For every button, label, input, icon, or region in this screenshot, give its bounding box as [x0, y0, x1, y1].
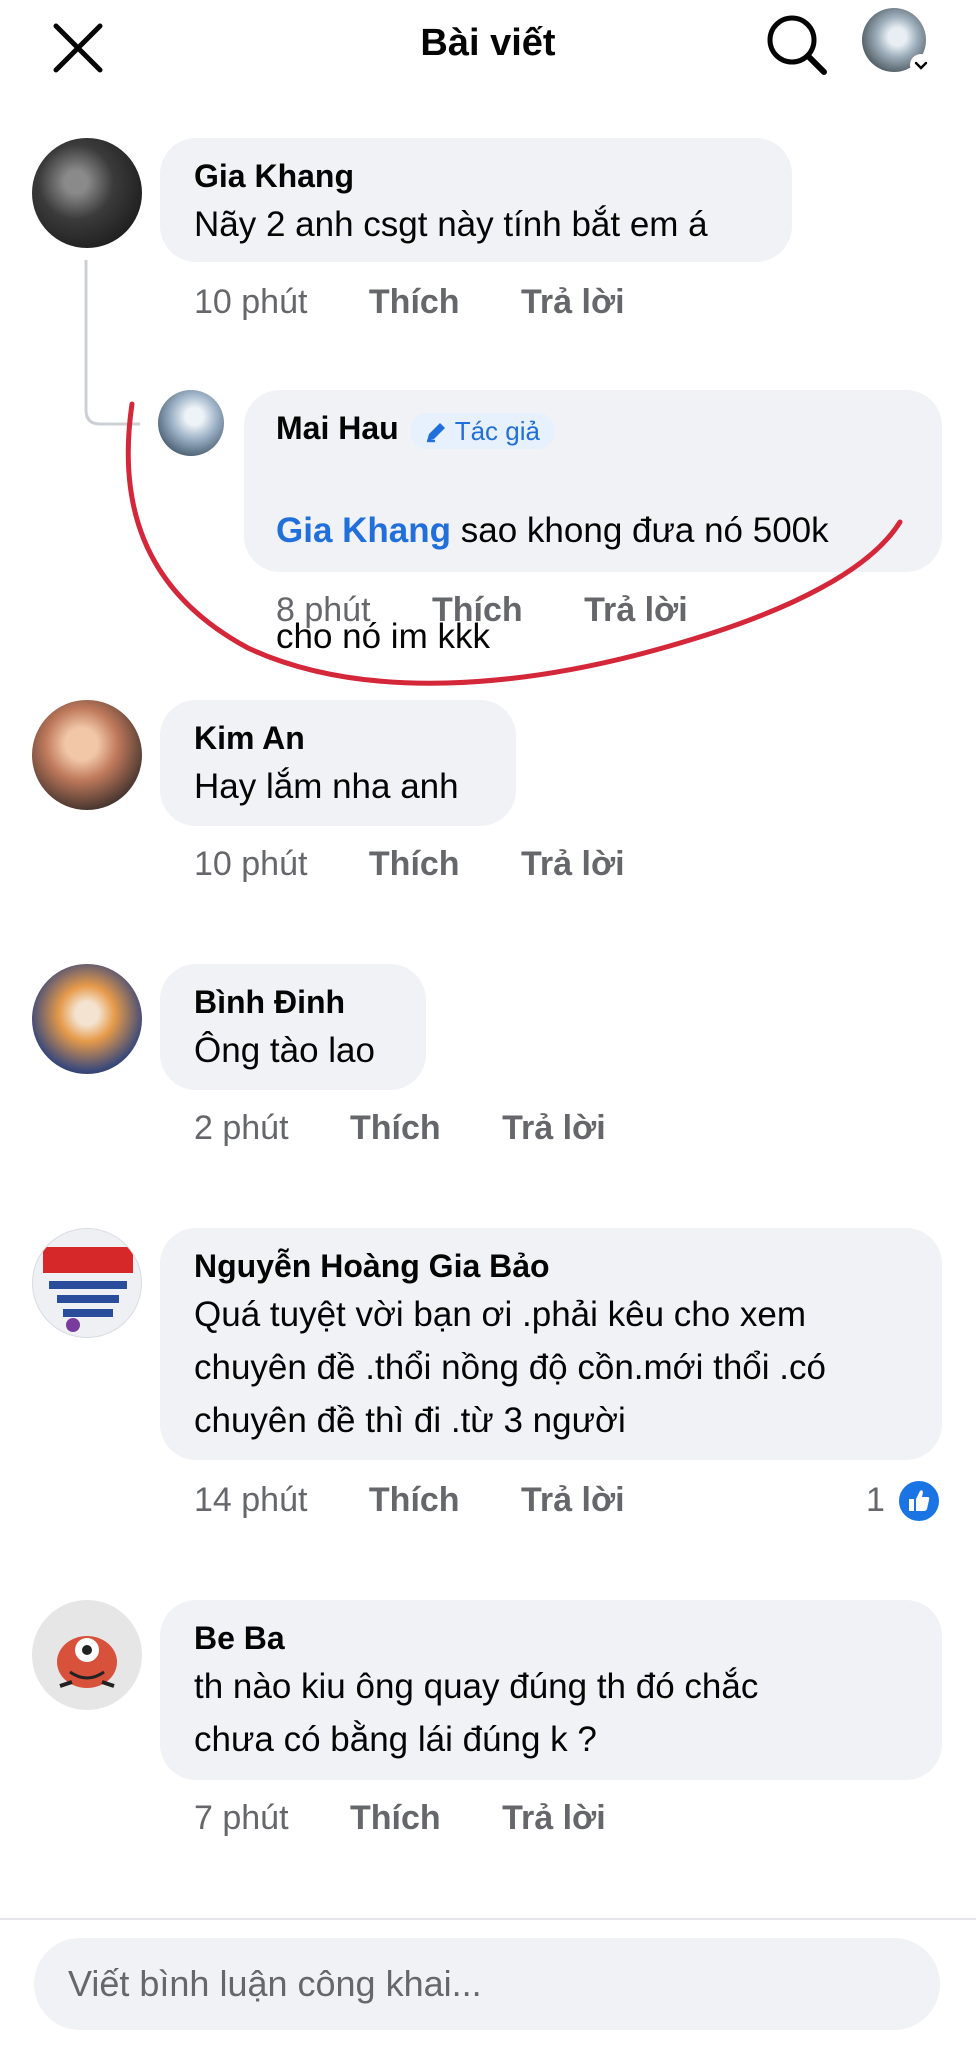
comment-time: 14 phút [194, 1481, 308, 1519]
reaction-count[interactable]: 1 [866, 1480, 885, 1520]
shop-sign-icon [43, 1247, 133, 1332]
comment-time: 2 phút [194, 1109, 289, 1147]
reply-button[interactable]: Trả lời [521, 1481, 625, 1519]
comment-meta: 7 phút Thích Trả lời [194, 1798, 606, 1838]
like-button[interactable]: Thích [369, 1481, 460, 1519]
comment-time: 7 phút [194, 1799, 289, 1837]
cartoon-character-icon [57, 1636, 117, 1688]
reply-button[interactable]: Trả lời [502, 1109, 606, 1147]
like-button[interactable]: Thích [350, 1109, 441, 1147]
avatar[interactable] [32, 1600, 142, 1710]
reply-button[interactable]: Trả lời [521, 845, 625, 883]
comment-author[interactable]: Kim An [194, 718, 305, 758]
comment-author[interactable]: Nguyễn Hoàng Gia Bảo [194, 1246, 550, 1286]
comment-input[interactable] [34, 1938, 940, 2030]
like-button[interactable]: Thích [369, 845, 460, 883]
comment-text: Quá tuyệt vời bạn ơi .phải kêu cho xem c… [194, 1295, 826, 1440]
reply-button[interactable]: Trả lời [502, 1799, 606, 1837]
comment-text: th nào kiu ông quay đúng th đó chắc chưa… [194, 1667, 759, 1759]
comment-author[interactable]: Bình Đinh [194, 982, 345, 1022]
comment-time: 10 phút [194, 845, 308, 883]
comment-author[interactable]: Be Ba [194, 1618, 285, 1658]
footer-divider [0, 1918, 976, 1920]
comment-meta: 10 phút Thích Trả lời [194, 844, 625, 884]
avatar[interactable] [32, 700, 142, 810]
like-button[interactable]: Thích [350, 1799, 441, 1837]
avatar[interactable] [32, 964, 142, 1074]
comment-text: Ông tào lao [194, 1031, 375, 1070]
comment-meta: 2 phút Thích Trả lời [194, 1108, 606, 1148]
comment-meta: 14 phút Thích Trả lời [194, 1480, 625, 1520]
avatar[interactable] [32, 1228, 142, 1338]
comment-text: Hay lắm nha anh [194, 767, 459, 806]
like-reaction-icon[interactable] [896, 1478, 942, 1524]
